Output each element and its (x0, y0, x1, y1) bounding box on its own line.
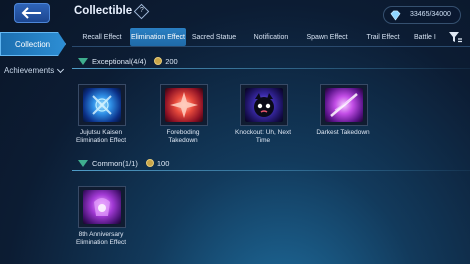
darkest-effect-icon (325, 88, 363, 122)
top-bar: Collectible ? 33465/34000 (0, 0, 470, 28)
collectible-item[interactable]: Jujutsu Kaisen Elimination Effect (70, 84, 132, 162)
sidebar-item-collection[interactable]: Collection (0, 32, 66, 56)
tab-label: Notification (253, 33, 289, 41)
tab-label: Recall Effect (82, 33, 122, 41)
currency-amount: 33465/34000 (410, 11, 451, 18)
rarity-marker-icon (78, 57, 88, 65)
section-header-exceptional: Exceptional(4/4) 200 (72, 54, 178, 68)
jujutsu-effect-icon (83, 88, 121, 122)
section-header-common: Common(1/1) 100 (72, 156, 169, 170)
section-points: 100 (156, 158, 170, 168)
collectible-item[interactable]: Knockout: Uh, Next Time (232, 84, 294, 162)
tab-trail-effect[interactable]: Trail Effect (360, 28, 406, 46)
item-label: Knockout: Uh, Next Time (235, 129, 291, 144)
section-title: Exceptional(4/4) (92, 56, 147, 66)
section-divider (72, 68, 470, 69)
tab-notification[interactable]: Notification (246, 28, 296, 46)
collectible-item[interactable]: Foreboding Takedown (152, 84, 214, 162)
tab-spawn-effect[interactable]: Spawn Effect (302, 28, 352, 46)
help-symbol: ? (139, 6, 144, 14)
foreboding-effect-icon (165, 88, 203, 122)
currency-display: 33465/34000 (383, 6, 461, 24)
section-divider (72, 170, 470, 171)
tab-sacred-statue[interactable]: Sacred Statue (188, 28, 240, 46)
filter-icon[interactable] (447, 29, 463, 45)
tab-divider (72, 46, 470, 47)
back-button[interactable] (14, 3, 50, 23)
sidebar-item-label: Achievements (4, 66, 55, 75)
item-label: Darkest Takedown (316, 129, 370, 136)
tab-bar: Recall Effect Elimination Effect Sacred … (72, 28, 470, 46)
diamond-icon (390, 10, 401, 21)
page-title: Collectible (74, 5, 133, 17)
section-title: Common(1/1) (92, 158, 138, 168)
item-label: Jujutsu Kaisen Elimination Effect (75, 129, 127, 144)
tab-label: Trail Effect (366, 33, 400, 41)
item-frame (78, 186, 126, 228)
rarity-marker-icon (78, 159, 88, 167)
item-frame (160, 84, 208, 126)
item-frame (320, 84, 368, 126)
anniversary-effect-icon (83, 190, 121, 224)
tab-label: Battle I (414, 33, 436, 41)
sidebar-item-label: Collection (15, 39, 51, 49)
item-label: 8th Anniversary Elimination Effect (75, 231, 127, 246)
section-points: 200 (165, 56, 178, 66)
tab-label: Elimination Effect (131, 33, 185, 41)
back-arrow-icon (21, 7, 41, 19)
collectible-item[interactable]: 8th Anniversary Elimination Effect (70, 186, 132, 264)
collectible-item[interactable]: Darkest Takedown (312, 84, 374, 162)
tab-recall-effect[interactable]: Recall Effect (76, 28, 128, 46)
tab-battle[interactable]: Battle I (414, 28, 442, 46)
coin-icon (154, 57, 163, 65)
chevron-down-icon (57, 65, 65, 73)
tab-label: Spawn Effect (306, 33, 348, 41)
tab-elimination-effect[interactable]: Elimination Effect (130, 28, 186, 46)
item-frame (240, 84, 288, 126)
sidebar-item-achievements[interactable]: Achievements (4, 65, 65, 75)
knockout-effect-icon (245, 88, 283, 122)
help-icon[interactable]: ? (133, 3, 150, 20)
item-frame (78, 84, 126, 126)
item-label: Foreboding Takedown (166, 129, 200, 144)
tab-label: Sacred Statue (191, 33, 237, 41)
coin-icon (145, 159, 154, 167)
